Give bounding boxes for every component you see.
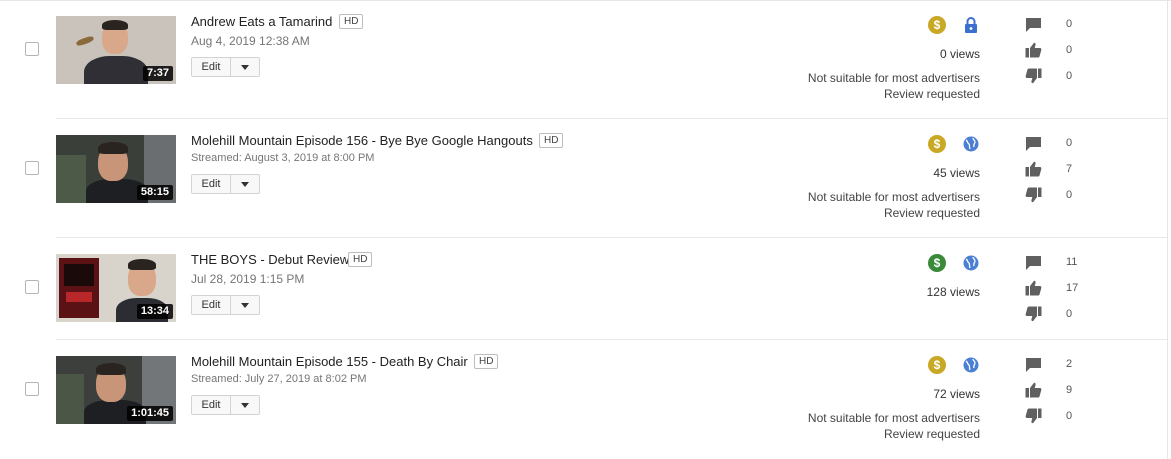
dislike-count: 0 [1066,410,1073,422]
thumbs-down-icon [1025,306,1042,322]
hd-badge: HD [474,354,499,369]
dollar-icon[interactable]: $ [928,16,946,34]
video-date: Jul 28, 2019 1:15 PM [191,272,305,286]
dollar-icon[interactable]: $ [928,135,946,153]
edit-button-group: Edit [191,295,260,315]
video-title[interactable]: THE BOYS - Debut Review [191,252,349,268]
video-duration: 1:01:45 [127,406,173,421]
thumbs-up-icon [1025,42,1042,58]
review-status: Review requested [883,427,980,441]
edit-dropdown-icon[interactable] [231,396,259,414]
video-thumbnail[interactable]: 58:15 [56,135,176,203]
select-checkbox[interactable] [25,161,39,175]
comment-icon [1025,17,1042,33]
video-thumbnail[interactable]: 1:01:45 [56,356,176,424]
select-checkbox[interactable] [25,382,39,396]
comment-icon [1025,357,1042,373]
like-count: 7 [1066,163,1073,175]
view-count: 128 views [926,285,980,299]
hd-badge: HD [348,252,373,267]
video-title[interactable]: Andrew Eats a Tamarind [191,14,332,30]
like-count: 0 [1066,44,1073,56]
video-thumbnail[interactable]: 13:34 [56,254,176,322]
like-count: 17 [1066,282,1079,294]
review-status: Review requested [883,206,980,220]
edit-dropdown-icon[interactable] [231,296,259,314]
edit-button-group: Edit [191,57,260,77]
hd-badge: HD [339,14,364,29]
thumbs-up-icon [1025,382,1042,398]
video-duration: 58:15 [136,185,173,200]
comment-count: 0 [1066,18,1073,30]
dislike-count: 0 [1066,70,1073,82]
video-duration: 7:37 [142,66,173,81]
video-title[interactable]: Molehill Mountain Episode 155 - Death By… [191,354,468,370]
globe-icon[interactable] [962,135,980,153]
ad-suitability-status[interactable]: Not suitable for most advertisers [808,70,980,86]
select-checkbox[interactable] [25,42,39,56]
edit-button[interactable]: Edit [192,58,231,76]
thumbs-up-icon [1025,161,1042,177]
video-row: 1:01:45 Molehill Mountain Episode 155 - … [0,340,1171,459]
thumbs-down-icon [1025,187,1042,203]
edit-dropdown-icon[interactable] [231,58,259,76]
thumbs-down-icon [1025,408,1042,424]
ad-suitability-status[interactable]: Not suitable for most advertisers [808,189,980,205]
video-date: Streamed: August 3, 2019 at 8:00 PM [191,152,375,164]
comment-count: 0 [1066,137,1073,149]
edit-button[interactable]: Edit [192,175,231,193]
dislike-count: 0 [1066,189,1073,201]
comment-count: 11 [1066,256,1078,268]
review-status: Review requested [883,87,980,101]
video-thumbnail[interactable]: 7:37 [56,16,176,84]
edit-button[interactable]: Edit [192,396,231,414]
video-date: Aug 4, 2019 12:38 AM [191,34,310,48]
thumbs-down-icon [1025,68,1042,84]
video-date: Streamed: July 27, 2019 at 8:02 PM [191,373,367,385]
lock-icon[interactable] [962,16,980,34]
edit-button[interactable]: Edit [192,296,231,314]
dislike-count: 0 [1066,308,1073,320]
edit-button-group: Edit [191,395,260,415]
dollar-icon[interactable]: $ [928,356,946,374]
view-count: 45 views [933,166,980,180]
video-duration: 13:34 [136,304,173,319]
comment-icon [1025,136,1042,152]
comment-icon [1025,255,1042,271]
thumbs-up-icon [1025,280,1042,296]
globe-icon[interactable] [962,356,980,374]
ad-suitability-status[interactable]: Not suitable for most advertisers [808,410,980,426]
edit-button-group: Edit [191,174,260,194]
select-checkbox[interactable] [25,280,39,294]
dollar-icon[interactable]: $ [928,254,946,272]
video-row: 7:37 Andrew Eats a Tamarind HD Aug 4, 20… [0,0,1171,119]
video-title[interactable]: Molehill Mountain Episode 156 - Bye Bye … [191,133,533,149]
video-row: 58:15 Molehill Mountain Episode 156 - By… [0,119,1171,238]
edit-dropdown-icon[interactable] [231,175,259,193]
hd-badge: HD [539,133,564,148]
video-row: 13:34 THE BOYS - Debut Review HD Jul 28,… [0,238,1171,340]
view-count: 0 views [939,47,980,61]
globe-icon[interactable] [962,254,980,272]
comment-count: 2 [1066,358,1073,370]
view-count: 72 views [933,387,980,401]
like-count: 9 [1066,384,1073,396]
